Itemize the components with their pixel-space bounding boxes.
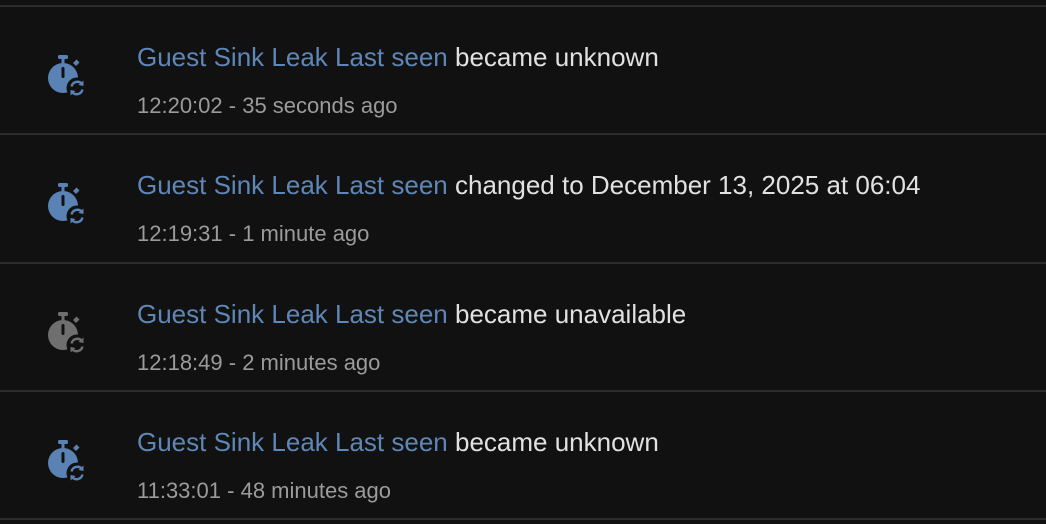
entity-link[interactable]: Guest Sink Leak Last seen (137, 170, 448, 200)
entry-relative-time: 35 seconds ago (242, 93, 398, 118)
timer-sync-icon (42, 308, 90, 356)
logbook-entry[interactable]: Guest Sink Leak Last seen became unknown… (0, 392, 1046, 519)
entry-timestamp: 12:19:31 - 1 minute ago (137, 220, 369, 248)
entity-link[interactable]: Guest Sink Leak Last seen (137, 42, 448, 72)
entry-message: Guest Sink Leak Last seen became unknown (137, 40, 659, 74)
timestamp-separator: - (222, 350, 243, 375)
entry-state-change: became unknown (454, 42, 659, 72)
logbook-entry[interactable]: Guest Sink Leak Last seen became unavail… (0, 264, 1046, 391)
entry-message: Guest Sink Leak Last seen became unknown (137, 425, 659, 459)
entry-message: Guest Sink Leak Last seen became unavail… (137, 297, 686, 331)
entry-timestamp: 12:20:02 - 35 seconds ago (137, 92, 398, 120)
entry-state-change: became unknown (454, 427, 659, 457)
entry-time: 12:19:31 (137, 221, 223, 246)
timestamp-separator: - (222, 93, 243, 118)
timer-sync-icon (42, 51, 90, 99)
entry-timestamp: 11:33:01 - 48 minutes ago (137, 477, 391, 505)
entry-time: 12:20:02 (137, 93, 223, 118)
entry-relative-time: 1 minute ago (242, 221, 370, 246)
entry-state-change: changed to December 13, 2025 at 06:04 (454, 170, 921, 200)
entry-relative-time: 48 minutes ago (240, 478, 392, 503)
timer-sync-icon (42, 436, 90, 484)
entry-timestamp: 12:18:49 - 2 minutes ago (137, 349, 380, 377)
timestamp-separator: - (222, 221, 243, 246)
entity-link[interactable]: Guest Sink Leak Last seen (137, 427, 448, 457)
timestamp-separator: - (221, 478, 241, 503)
timer-sync-icon (42, 179, 90, 227)
logbook-list: Guest Sink Leak Last seen became unknown… (0, 0, 1046, 524)
entry-message: Guest Sink Leak Last seen changed to Dec… (137, 168, 920, 202)
logbook-entry[interactable]: Guest Sink Leak Last seen changed to Dec… (0, 135, 1046, 262)
logbook-entry[interactable]: Guest Sink Leak Last seen became unknown… (0, 7, 1046, 134)
entity-link[interactable]: Guest Sink Leak Last seen (137, 299, 448, 329)
entry-relative-time: 2 minutes ago (242, 350, 381, 375)
divider (0, 518, 1046, 520)
entry-time: 11:33:01 (137, 478, 222, 503)
entry-state-change: became unavailable (454, 299, 687, 329)
entry-time: 12:18:49 (137, 350, 223, 375)
